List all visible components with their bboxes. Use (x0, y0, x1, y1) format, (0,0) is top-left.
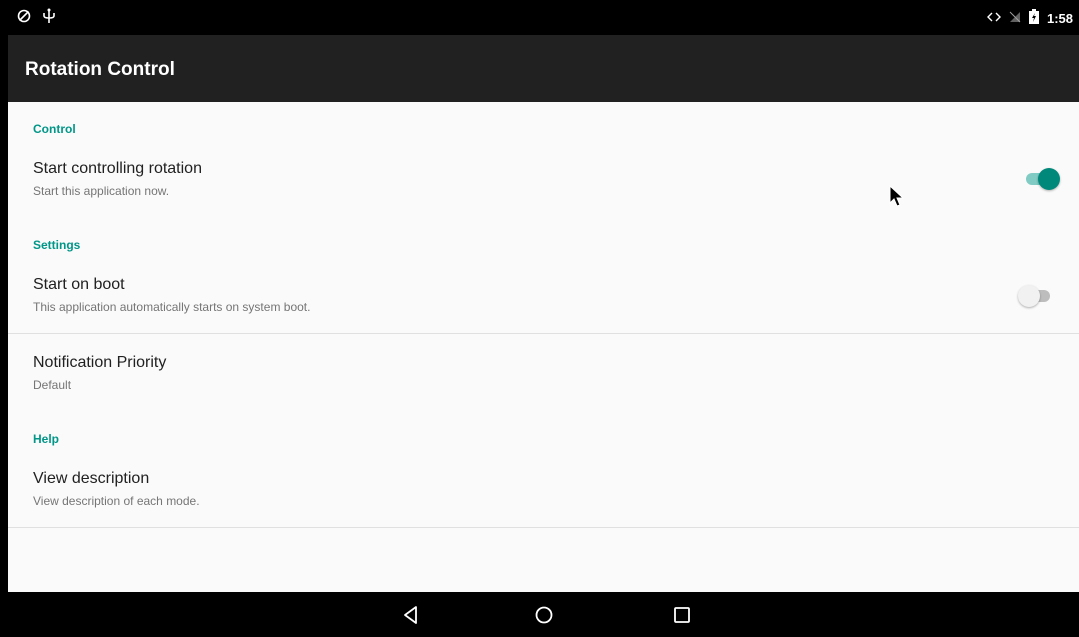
data-arrows-icon (986, 11, 1001, 26)
pref-start-on-boot[interactable]: Start on boot This application automatic… (8, 264, 1079, 332)
pref-start-controlling-rotation[interactable]: Start controlling rotation Start this ap… (8, 148, 1079, 210)
pref-summary: Default (33, 378, 72, 392)
mouse-cursor-icon (889, 184, 905, 209)
status-bar: 1:58 (8, 0, 1079, 35)
preferences-list: Control Start controlling rotation Start… (8, 102, 1079, 592)
switch-thumb (1018, 285, 1040, 307)
pref-title: Notification Priority (33, 354, 167, 371)
app-bar: Rotation Control (8, 35, 1079, 102)
start-on-boot-switch[interactable] (1018, 284, 1054, 307)
pref-title: Start on boot (33, 276, 125, 293)
no-signal-icon (1009, 11, 1021, 26)
home-icon[interactable] (533, 604, 555, 626)
screen: 1:58 Rotation Control Control Start cont… (0, 0, 1079, 637)
pref-notification-priority[interactable]: Notification Priority Default (8, 334, 1079, 404)
app-title: Rotation Control (25, 59, 175, 80)
pref-title: Start controlling rotation (33, 160, 202, 177)
status-time: 1:58 (1046, 10, 1073, 26)
usb-icon (42, 8, 56, 29)
pref-summary: Start this application now. (33, 184, 170, 198)
start-controlling-rotation-switch[interactable] (1024, 167, 1060, 190)
pref-summary: This application automatically starts on… (33, 300, 311, 314)
sync-icon (16, 8, 32, 29)
back-icon[interactable] (400, 604, 422, 626)
recents-icon[interactable] (671, 604, 693, 626)
pref-view-description[interactable]: View description View description of eac… (8, 458, 1079, 526)
left-edge-strip (0, 0, 8, 637)
pref-title: View description (33, 470, 150, 487)
switch-thumb (1038, 168, 1060, 190)
divider (8, 527, 1079, 528)
category-header-settings: Settings (33, 238, 81, 252)
category-header-control: Control (33, 122, 76, 136)
pref-summary: View description of each mode. (33, 494, 200, 508)
battery-icon (1028, 9, 1039, 27)
navigation-bar (0, 592, 1079, 637)
category-header-help: Help (33, 432, 60, 446)
